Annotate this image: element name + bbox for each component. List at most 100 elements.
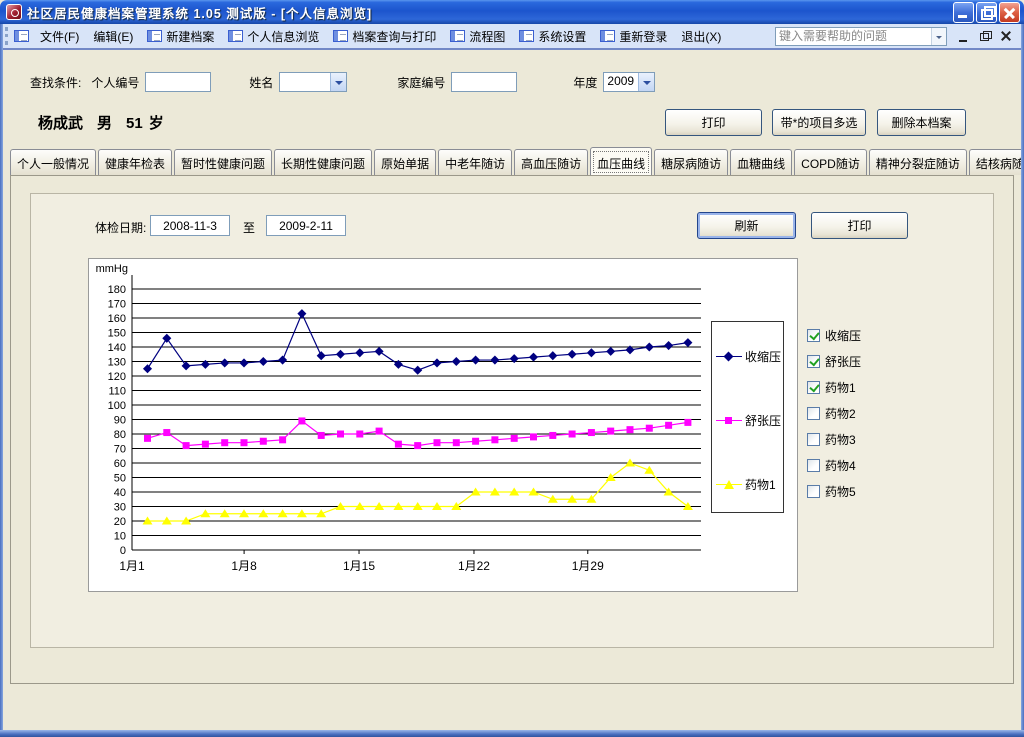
svg-text:1月22: 1月22 — [458, 559, 490, 573]
patient-age: 51 — [126, 115, 143, 132]
year-label: 年度 — [573, 74, 597, 91]
menu-personal-info-view-label: 个人信息浏览 — [247, 28, 319, 45]
form-icon — [333, 30, 348, 42]
tab-original-receipts[interactable]: 原始单据 — [374, 149, 436, 175]
tab-annual-checkup[interactable]: 健康年检表 — [98, 149, 172, 175]
svg-text:0: 0 — [120, 545, 126, 557]
refresh-button[interactable]: 刷新 — [697, 212, 796, 239]
checkbox-drug5[interactable]: 药物5 — [807, 478, 861, 504]
delete-record-button[interactable]: 删除本档案 — [877, 109, 966, 136]
menu-archive-query-print-label: 档案查询与打印 — [352, 28, 436, 45]
legend-entry-1: 收缩压 — [712, 324, 783, 388]
menu-file[interactable]: 文件(F) — [33, 25, 86, 48]
checkbox-drug5-box[interactable] — [807, 485, 820, 498]
print-chart-button[interactable]: 打印 — [811, 212, 908, 239]
svg-text:120: 120 — [108, 371, 126, 383]
legend-label: 药物1 — [745, 476, 776, 493]
menu-archive-query-print[interactable]: 档案查询与打印 — [326, 25, 443, 48]
legend-label: 收缩压 — [745, 348, 781, 365]
menu-flowchart[interactable]: 流程图 — [443, 25, 512, 48]
year-combobox[interactable]: 2009 — [603, 72, 655, 92]
tab-copd-followup[interactable]: COPD随访 — [794, 149, 867, 175]
name-combobox[interactable] — [279, 72, 347, 92]
tab-bp-curve[interactable]: 血压曲线 — [590, 147, 652, 175]
record-tab-strip: 个人一般情况健康年检表暂时性健康问题长期性健康问题原始单据中老年随访高血压随访血… — [10, 149, 1016, 176]
toolbar-grip[interactable] — [5, 27, 10, 45]
menu-system-settings[interactable]: 系统设置 — [512, 25, 593, 48]
form-icon — [600, 30, 615, 42]
checkbox-drug1-box[interactable] — [807, 381, 820, 394]
checkbox-drug1[interactable]: 药物1 — [807, 374, 861, 400]
mdi-minimize-button[interactable] — [957, 29, 972, 44]
tab-chronic-health-issues[interactable]: 长期性健康问题 — [274, 149, 372, 175]
close-button[interactable] — [999, 2, 1020, 23]
menu-new-record[interactable]: 新建档案 — [140, 25, 221, 48]
window-frame-bottom — [0, 730, 1024, 737]
mdi-restore-button[interactable] — [978, 29, 993, 44]
checkbox-drug3[interactable]: 药物3 — [807, 426, 861, 452]
menu-relogin-label: 重新登录 — [619, 28, 667, 45]
tab-hypertension-followup[interactable]: 高血压随访 — [514, 149, 588, 175]
window-frame-left — [0, 24, 3, 737]
checkbox-diastolic-label: 舒张压 — [825, 353, 861, 370]
tab-schizophrenia-followup[interactable]: 精神分裂症随访 — [869, 149, 967, 175]
menu-system-settings-label: 系统设置 — [538, 28, 586, 45]
help-dropdown-icon[interactable] — [931, 28, 946, 45]
checkup-date-label: 体检日期: — [95, 219, 146, 236]
form-icon — [228, 30, 243, 42]
menu-edit-label: 编辑(E) — [93, 28, 133, 45]
checkbox-drug5-label: 药物5 — [825, 483, 856, 500]
svg-text:140: 140 — [108, 342, 126, 354]
personal-id-input[interactable] — [145, 72, 211, 92]
checkbox-drug3-box[interactable] — [807, 433, 820, 446]
menu-edit[interactable]: 编辑(E) — [86, 25, 140, 48]
checkbox-systolic-label: 收缩压 — [825, 327, 861, 344]
svg-text:mmHg: mmHg — [96, 263, 128, 275]
date-to-input[interactable] — [266, 215, 346, 236]
year-combo-arrow-icon[interactable] — [638, 73, 654, 91]
year-combo-value: 2009 — [604, 73, 638, 91]
checkbox-drug2[interactable]: 药物2 — [807, 400, 861, 426]
checkbox-drug2-box[interactable] — [807, 407, 820, 420]
svg-text:80: 80 — [114, 429, 126, 441]
tab-diabetes-followup[interactable]: 糖尿病随访 — [654, 149, 728, 175]
checkbox-drug1-label: 药物1 — [825, 379, 856, 396]
chart-legend: 收缩压舒张压药物1 — [711, 321, 784, 513]
tab-elderly-followup[interactable]: 中老年随访 — [438, 149, 512, 175]
help-search-input[interactable] — [776, 29, 931, 43]
svg-text:1月8: 1月8 — [231, 559, 257, 573]
menu-exit[interactable]: 退出(X) — [674, 25, 728, 48]
tab-glucose-curve[interactable]: 血糖曲线 — [730, 149, 792, 175]
print-record-button[interactable]: 打印 — [665, 109, 762, 136]
name-label: 姓名 — [249, 74, 273, 91]
checkbox-diastolic[interactable]: 舒张压 — [807, 348, 861, 374]
checkbox-drug4-box[interactable] — [807, 459, 820, 472]
help-search-box — [775, 27, 947, 46]
svg-text:20: 20 — [114, 516, 126, 528]
multiselect-starred-button[interactable]: 带*的项目多选 — [772, 109, 866, 136]
menu-personal-info-view[interactable]: 个人信息浏览 — [221, 25, 326, 48]
svg-text:50: 50 — [114, 473, 126, 485]
mdi-close-button[interactable] — [999, 29, 1014, 44]
svg-text:10: 10 — [114, 531, 126, 543]
name-combo-arrow-icon[interactable] — [330, 73, 346, 91]
checkbox-systolic[interactable]: 收缩压 — [807, 322, 861, 348]
menu-bar: 文件(F) 编辑(E) 新建档案 个人信息浏览 档案查询与打印流程图 系统设置 重新登录退出… — [0, 24, 1024, 50]
checkbox-drug4[interactable]: 药物4 — [807, 452, 861, 478]
checkbox-diastolic-box[interactable] — [807, 355, 820, 368]
menu-relogin[interactable]: 重新登录 — [593, 25, 674, 48]
tab-personal-general[interactable]: 个人一般情况 — [10, 149, 96, 175]
tab-tb-followup[interactable]: 结核病随访 — [969, 149, 1024, 175]
minimize-button[interactable] — [953, 2, 974, 23]
patient-gender: 男 — [97, 112, 112, 133]
family-id-input[interactable] — [451, 72, 517, 92]
svg-text:180: 180 — [108, 284, 126, 296]
svg-text:90: 90 — [114, 415, 126, 427]
tab-temporary-health-issues[interactable]: 暂时性健康问题 — [174, 149, 272, 175]
form-icon — [450, 30, 465, 42]
date-from-input[interactable] — [150, 215, 230, 236]
restore-button[interactable] — [976, 2, 997, 23]
form-icon — [147, 30, 162, 42]
checkbox-systolic-box[interactable] — [807, 329, 820, 342]
checkbox-drug3-label: 药物3 — [825, 431, 856, 448]
